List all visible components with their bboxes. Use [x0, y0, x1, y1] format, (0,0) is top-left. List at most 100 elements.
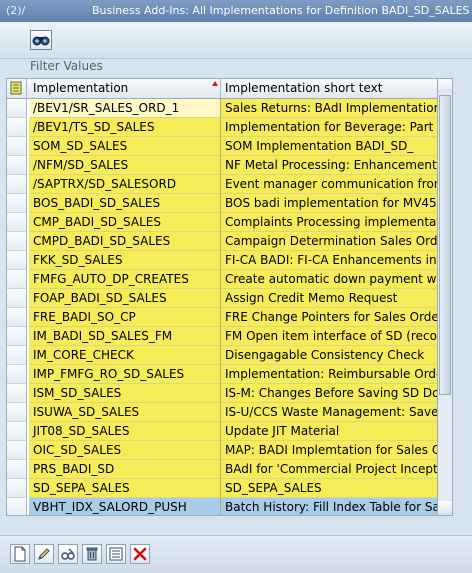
table-row[interactable]: SD_SEPA_SALES SD_SEPA_SALES — [7, 479, 437, 498]
scroll-down-button[interactable] — [438, 501, 452, 515]
short-text-cell[interactable]: Implementation for Beverage: Part L — [221, 118, 437, 137]
short-text-cell[interactable]: FRE Change Pointers for Sales Orders — [221, 308, 437, 327]
table-row[interactable]: IM_BADI_SD_SALES_FM FM Open item interfac… — [7, 327, 437, 346]
short-text-cell[interactable]: Batch History: Fill Index Table for Sal — [221, 498, 437, 515]
details-button[interactable] — [106, 544, 126, 564]
short-text-cell[interactable]: IS-U/CCS Waste Management: Save — [221, 403, 437, 422]
implementation-cell[interactable]: SD_SEPA_SALES — [29, 479, 221, 498]
row-selector[interactable] — [7, 479, 27, 498]
row-selector[interactable] — [7, 175, 27, 194]
row-selector[interactable] — [7, 137, 27, 156]
table-row[interactable]: BOS_BADI_SD_SALES BOS badi implementation… — [7, 194, 437, 213]
table-row[interactable]: /NFM/SD_SALES NF Metal Processing: Enhanc… — [7, 156, 437, 175]
implementation-cell[interactable]: CMP_BADI_SD_SALES — [29, 213, 221, 232]
row-selector[interactable] — [7, 308, 27, 327]
short-text-cell[interactable]: IS-M: Changes Before Saving SD Doc — [221, 384, 437, 403]
row-selector[interactable] — [7, 384, 27, 403]
short-text-cell[interactable]: Sales Returns: BAdI Implementation f — [221, 99, 437, 118]
implementation-cell[interactable]: JIT08_SD_SALES — [29, 422, 221, 441]
short-text-cell[interactable]: SOM Implementation BADI_SD_ — [221, 137, 437, 156]
column-header-short-text[interactable]: Implementation short text — [221, 79, 437, 98]
find-button[interactable] — [30, 30, 52, 50]
implementation-cell[interactable]: SOM_SD_SALES — [29, 137, 221, 156]
implementation-cell[interactable]: /BEV1/TS_SD_SALES — [29, 118, 221, 137]
implementation-cell[interactable]: /NFM/SD_SALES — [29, 156, 221, 175]
table-row[interactable]: ISM_SD_SALES IS-M: Changes Before Saving … — [7, 384, 437, 403]
implementation-cell[interactable]: ISM_SD_SALES — [29, 384, 221, 403]
row-selector[interactable] — [7, 270, 27, 289]
row-selector[interactable] — [7, 118, 27, 137]
implementation-cell[interactable]: BOS_BADI_SD_SALES — [29, 194, 221, 213]
short-text-cell[interactable]: Disengagable Consistency Check — [221, 346, 437, 365]
table-row[interactable]: FMFG_AUTO_DP_CREATES Create automatic dow… — [7, 270, 437, 289]
short-text-cell[interactable]: Campaign Determination Sales Order — [221, 232, 437, 251]
implementation-cell[interactable]: FOAP_BADI_SD_SALES — [29, 289, 221, 308]
implementation-cell[interactable]: IM_BADI_SD_SALES_FM — [29, 327, 221, 346]
implementation-cell[interactable]: FKK_SD_SALES — [29, 251, 221, 270]
table-row[interactable]: CMP_BADI_SD_SALES Complaints Processing i… — [7, 213, 437, 232]
short-text-cell[interactable]: FI-CA BADI: FI-CA Enhancements in — [221, 251, 437, 270]
implementation-cell[interactable]: IM_CORE_CHECK — [29, 346, 221, 365]
table-row[interactable]: OIC_SD_SALES MAP: BADI Implemtation for S… — [7, 441, 437, 460]
row-selector[interactable] — [7, 441, 27, 460]
row-selector[interactable] — [7, 289, 27, 308]
table-row[interactable]: CMPD_BADI_SD_SALES Campaign Determination… — [7, 232, 437, 251]
short-text-cell[interactable]: BAdI for 'Commercial Project Inceptio — [221, 460, 437, 479]
table-row[interactable]: ISUWA_SD_SALES IS-U/CCS Waste Management:… — [7, 403, 437, 422]
short-text-cell[interactable]: Complaints Processing implementations — [221, 213, 437, 232]
scroll-up-button[interactable] — [438, 79, 452, 93]
delete-button[interactable] — [82, 544, 102, 564]
table-row[interactable]: /BEV1/SR_SALES_ORD_1 Sales Returns: BAdI … — [7, 99, 437, 118]
table-row[interactable]: SOM_SD_SALES SOM Implementation BADI_SD_ — [7, 137, 437, 156]
row-selector[interactable] — [7, 213, 27, 232]
implementation-cell[interactable]: IMP_FMFG_RO_SD_SALES — [29, 365, 221, 384]
implementation-cell[interactable]: FRE_BADI_SO_CP — [29, 308, 221, 327]
row-selector[interactable] — [7, 156, 27, 175]
cancel-button[interactable] — [130, 544, 150, 564]
implementation-cell[interactable]: VBHT_IDX_SALORD_PUSH — [29, 498, 221, 515]
row-selector[interactable] — [7, 365, 27, 384]
column-header-implementation[interactable]: Implementation — [29, 79, 221, 98]
row-selector[interactable] — [7, 498, 27, 515]
implementation-cell[interactable]: CMPD_BADI_SD_SALES — [29, 232, 221, 251]
short-text-cell[interactable]: Event manager communication from — [221, 175, 437, 194]
implementation-cell[interactable]: ISUWA_SD_SALES — [29, 403, 221, 422]
change-button[interactable] — [34, 544, 54, 564]
implementation-cell[interactable]: OIC_SD_SALES — [29, 441, 221, 460]
select-all-cell[interactable] — [7, 79, 27, 98]
row-selector[interactable] — [7, 422, 27, 441]
short-text-cell[interactable]: FM Open item interface of SD (reco — [221, 327, 437, 346]
short-text-cell[interactable]: Update JIT Material — [221, 422, 437, 441]
implementation-cell[interactable]: /BEV1/SR_SALES_ORD_1 — [29, 99, 221, 118]
table-row-selected[interactable]: VBHT_IDX_SALORD_PUSH Batch History: Fill … — [7, 498, 437, 515]
table-row[interactable]: PRS_BADI_SD BAdI for 'Commercial Project … — [7, 460, 437, 479]
create-button[interactable] — [10, 544, 30, 564]
short-text-cell[interactable]: Implementation: Reimbursable Orders — [221, 365, 437, 384]
table-row[interactable]: IMP_FMFG_RO_SD_SALES Implementation: Reim… — [7, 365, 437, 384]
short-text-cell[interactable]: Create automatic down payment wh — [221, 270, 437, 289]
table-row[interactable]: FOAP_BADI_SD_SALES Assign Credit Memo Req… — [7, 289, 437, 308]
vertical-scrollbar[interactable] — [437, 78, 453, 516]
short-text-cell[interactable]: NF Metal Processing: Enhancements i — [221, 156, 437, 175]
row-selector[interactable] — [7, 346, 27, 365]
row-selector[interactable] — [7, 251, 27, 270]
table-row[interactable]: IM_CORE_CHECK Disengagable Consistency Ch… — [7, 346, 437, 365]
implementation-cell[interactable]: /SAPTRX/SD_SALESORD — [29, 175, 221, 194]
scroll-thumb[interactable] — [439, 95, 451, 395]
table-row[interactable]: /SAPTRX/SD_SALESORD Event manager communi… — [7, 175, 437, 194]
row-selector[interactable] — [7, 327, 27, 346]
implementation-cell[interactable]: FMFG_AUTO_DP_CREATES — [29, 270, 221, 289]
table-row[interactable]: FKK_SD_SALES FI-CA BADI: FI-CA Enhancemen… — [7, 251, 437, 270]
table-row[interactable]: FRE_BADI_SO_CP FRE Change Pointers for Sa… — [7, 308, 437, 327]
short-text-cell[interactable]: MAP: BADI Implemtation for Sales Or — [221, 441, 437, 460]
implementation-cell[interactable]: PRS_BADI_SD — [29, 460, 221, 479]
row-selector[interactable] — [7, 403, 27, 422]
short-text-cell[interactable]: SD_SEPA_SALES — [221, 479, 437, 498]
short-text-cell[interactable]: BOS badi implementation for MV45AF — [221, 194, 437, 213]
row-selector[interactable] — [7, 232, 27, 251]
short-text-cell[interactable]: Assign Credit Memo Request — [221, 289, 437, 308]
row-selector[interactable] — [7, 99, 27, 118]
table-row[interactable]: /BEV1/TS_SD_SALES Implementation for Beve… — [7, 118, 437, 137]
table-row[interactable]: JIT08_SD_SALES Update JIT Material — [7, 422, 437, 441]
display-button[interactable] — [58, 544, 78, 564]
